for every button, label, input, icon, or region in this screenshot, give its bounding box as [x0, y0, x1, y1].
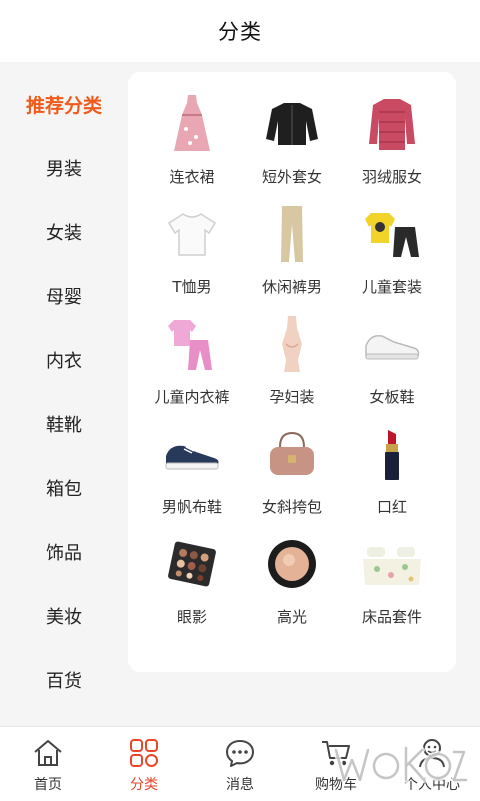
- sidebar-item-accessories[interactable]: 饰品: [0, 520, 128, 584]
- bottom-tab-bar: 首页 分类 消息 购物车 个人中心: [0, 726, 480, 801]
- category-kids-underwear[interactable]: 儿童内衣裤: [142, 312, 242, 422]
- category-label: T恤男: [172, 278, 212, 296]
- category-label: 眼影: [176, 608, 207, 626]
- sidebar-item-label: 饰品: [46, 543, 82, 564]
- lipstick-icon: [360, 422, 424, 486]
- highlighter-icon: [260, 532, 324, 596]
- category-label: 休闲裤男: [261, 278, 322, 296]
- kids-underwear-icon: [160, 312, 224, 376]
- bedding-icon: [360, 532, 424, 596]
- message-icon: [223, 736, 257, 770]
- tab-label: 首页: [34, 777, 62, 793]
- tab-label: 分类: [130, 777, 158, 793]
- sidebar-item-baby[interactable]: 母婴: [0, 264, 128, 328]
- sidebar-item-label: 女装: [46, 223, 82, 244]
- sidebar-item-general[interactable]: 百货: [0, 648, 128, 712]
- sidebar-item-womenswear[interactable]: 女装: [0, 200, 128, 264]
- tab-label: 购物车: [315, 777, 357, 793]
- category-label: 床品套件: [361, 608, 422, 626]
- crossbody-bag-icon: [260, 422, 324, 486]
- category-eyeshadow[interactable]: 眼影: [142, 532, 242, 642]
- category-label: 儿童套装: [361, 278, 422, 296]
- sidebar-item-label: 母婴: [46, 287, 82, 308]
- category-panel: 连衣裙 短外套女 羽绒服女 T恤男 休闲裤男 儿童套装 儿童内衣裤 孕妇装 女板…: [128, 72, 456, 672]
- category-canvas-shoe[interactable]: 男帆布鞋: [142, 422, 242, 532]
- tab-messages[interactable]: 消息: [192, 727, 288, 801]
- sidebar-item-label: 美妆: [46, 607, 82, 628]
- category-label: 短外套女: [261, 168, 322, 186]
- category-label: 连衣裙: [169, 168, 215, 186]
- page-title: 分类: [218, 20, 262, 44]
- tshirt-icon: [160, 202, 224, 266]
- sidebar-item-underwear[interactable]: 内衣: [0, 328, 128, 392]
- short-jacket-icon: [260, 92, 324, 156]
- canvas-shoe-icon: [160, 422, 224, 486]
- category-down-jacket[interactable]: 羽绒服女: [342, 92, 442, 202]
- category-casual-pants[interactable]: 休闲裤男: [242, 202, 342, 312]
- sidebar-item-beauty[interactable]: 美妆: [0, 584, 128, 648]
- category-bedding[interactable]: 床品套件: [342, 532, 442, 642]
- cart-icon: [319, 736, 353, 770]
- category-lipstick[interactable]: 口红: [342, 422, 442, 532]
- category-highlighter[interactable]: 高光: [242, 532, 342, 642]
- category-crossbody-bag[interactable]: 女斜挎包: [242, 422, 342, 532]
- user-icon: [415, 736, 449, 770]
- sidebar-item-recommended[interactable]: 推荐分类: [0, 72, 128, 136]
- sidebar-item-label: 箱包: [46, 479, 82, 500]
- tab-cart[interactable]: 购物车: [288, 727, 384, 801]
- category-maternity[interactable]: 孕妇装: [242, 312, 342, 422]
- tab-home[interactable]: 首页: [0, 727, 96, 801]
- category-label: 孕妇装: [269, 388, 315, 406]
- category-short-jacket[interactable]: 短外套女: [242, 92, 342, 202]
- dress-icon: [160, 92, 224, 156]
- tab-profile[interactable]: 个人中心: [384, 727, 480, 801]
- category-sneaker[interactable]: 女板鞋: [342, 312, 442, 422]
- eyeshadow-icon: [160, 532, 224, 596]
- category-tshirt[interactable]: T恤男: [142, 202, 242, 312]
- home-icon: [31, 736, 65, 770]
- category-label: 羽绒服女: [361, 168, 422, 186]
- sneaker-icon: [360, 312, 424, 376]
- tab-category[interactable]: 分类: [96, 727, 192, 801]
- category-icon: [127, 736, 161, 770]
- kids-set-icon: [360, 202, 424, 266]
- category-label: 高光: [276, 608, 307, 626]
- category-dress[interactable]: 连衣裙: [142, 92, 242, 202]
- sidebar-item-label: 鞋靴: [46, 415, 82, 436]
- sidebar-item-label: 推荐分类: [25, 94, 102, 117]
- category-label: 女板鞋: [369, 388, 415, 406]
- sidebar-item-label: 内衣: [46, 351, 82, 372]
- sidebar-item-label: 百货: [46, 671, 82, 692]
- category-label: 男帆布鞋: [161, 498, 222, 516]
- category-kids-set[interactable]: 儿童套装: [342, 202, 442, 312]
- tab-label: 个人中心: [404, 777, 460, 793]
- category-label: 儿童内衣裤: [154, 388, 230, 406]
- casual-pants-icon: [260, 202, 324, 266]
- maternity-dress-icon: [260, 312, 324, 376]
- sidebar-item-shoes[interactable]: 鞋靴: [0, 392, 128, 456]
- sidebar-item-menswear[interactable]: 男装: [0, 136, 128, 200]
- sidebar-item-bags[interactable]: 箱包: [0, 456, 128, 520]
- category-label: 女斜挎包: [261, 498, 322, 516]
- category-sidebar: 推荐分类 男装 女装 母婴 内衣 鞋靴 箱包 饰品 美妆 百货: [0, 62, 128, 726]
- category-label: 口红: [376, 498, 407, 516]
- sidebar-item-label: 男装: [46, 159, 82, 180]
- tab-label: 消息: [226, 777, 254, 793]
- top-bar: 分类: [0, 0, 480, 62]
- down-jacket-icon: [360, 92, 424, 156]
